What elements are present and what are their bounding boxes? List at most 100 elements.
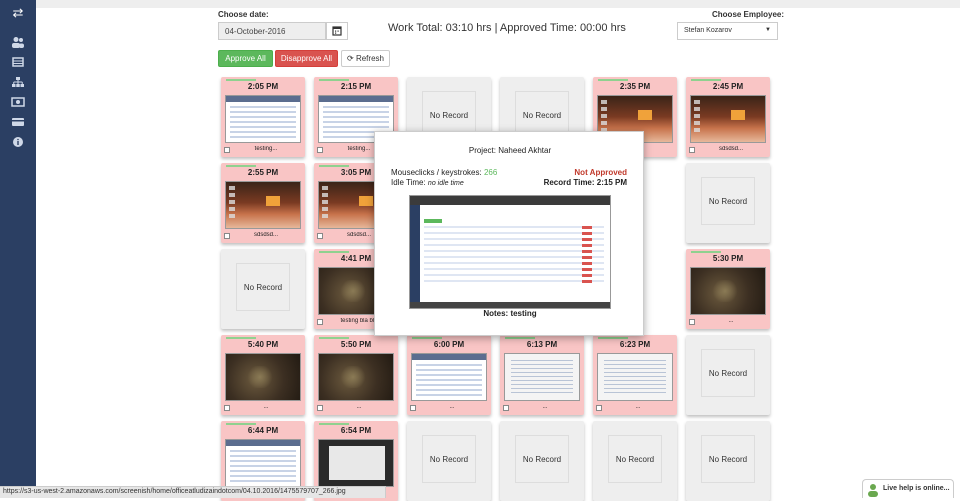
- activity-bar: [319, 251, 349, 253]
- popup-idle-label: Idle Time:: [391, 178, 426, 187]
- screenshot-thumbnail[interactable]: [690, 267, 766, 315]
- refresh-button[interactable]: ⟳ Refresh: [341, 50, 390, 67]
- sidebar: ⇄: [0, 0, 36, 498]
- activity-bar: [412, 337, 442, 339]
- approve-all-button[interactable]: Approve All: [218, 50, 273, 67]
- no-record-card[interactable]: No Record: [686, 421, 770, 501]
- card-note: ...: [635, 404, 641, 410]
- approve-checkbox[interactable]: [317, 233, 323, 239]
- screenshot-card[interactable]: 2:05 PM testing...: [221, 77, 305, 157]
- approve-checkbox[interactable]: [503, 405, 509, 411]
- activity-bar: [226, 337, 256, 339]
- screenshot-thumbnail[interactable]: [690, 95, 766, 143]
- no-record-card[interactable]: No Record: [221, 249, 305, 329]
- popup-idle-value: no idle time: [427, 180, 464, 187]
- activity-bar: [505, 337, 535, 339]
- approve-checkbox[interactable]: [224, 405, 230, 411]
- card-time: 5:40 PM: [247, 340, 279, 349]
- screenshot-card[interactable]: 2:55 PM sdsdsd...: [221, 163, 305, 243]
- no-record-label: No Record: [429, 111, 469, 120]
- activity-bar: [319, 423, 349, 425]
- card-time: 6:13 PM: [526, 340, 558, 349]
- work-total-summary: Work Total: 03:10 hrs | Approved Time: 0…: [388, 22, 626, 34]
- card-time: 6:54 PM: [340, 426, 372, 435]
- calendar-icon: [332, 26, 342, 36]
- screenshot-thumbnail[interactable]: [225, 439, 301, 487]
- disapprove-all-button[interactable]: Disapprove All: [275, 50, 338, 67]
- employee-select-value: Stefan Kozarov: [684, 27, 732, 34]
- employee-select[interactable]: Stefan Kozarov ▼: [677, 22, 778, 40]
- card-note: testing...: [254, 146, 278, 152]
- card-time: 2:35 PM: [619, 82, 651, 91]
- screenshot-thumbnail[interactable]: [318, 353, 394, 401]
- list-icon[interactable]: [11, 56, 25, 68]
- credit-card-icon[interactable]: [11, 116, 25, 128]
- approve-checkbox[interactable]: [689, 319, 695, 325]
- approve-checkbox[interactable]: [596, 405, 602, 411]
- popup-idle: Idle Time: no idle time: [391, 178, 464, 187]
- screenshot-card[interactable]: 6:23 PM...: [593, 335, 677, 415]
- employee-label: Choose Employee:: [712, 10, 785, 19]
- popup-screenshot-image: [409, 195, 611, 309]
- screenshot-card[interactable]: 2:45 PM sdsdsd...: [686, 77, 770, 157]
- info-icon[interactable]: [11, 136, 25, 148]
- card-time: 2:55 PM: [247, 168, 279, 177]
- caret-down-icon: ▼: [765, 27, 771, 33]
- screenshot-card[interactable]: 5:30 PM...: [686, 249, 770, 329]
- top-bar: [36, 0, 960, 8]
- screenshot-thumbnail[interactable]: [597, 353, 673, 401]
- no-record-label: No Record: [522, 455, 562, 464]
- approve-checkbox[interactable]: [317, 405, 323, 411]
- screenshot-thumbnail[interactable]: [504, 353, 580, 401]
- approve-checkbox[interactable]: [317, 319, 323, 325]
- popup-project: Project: Naheed Akhtar: [468, 146, 552, 155]
- no-record-card[interactable]: No Record: [407, 421, 491, 501]
- approve-checkbox[interactable]: [224, 147, 230, 153]
- screenshot-popup: Project: Naheed Akhtar Mouseclicks / key…: [374, 131, 644, 336]
- calendar-button[interactable]: [326, 22, 348, 40]
- card-time: 2:05 PM: [247, 82, 279, 91]
- refresh-icon: ⟳: [347, 54, 354, 63]
- screenshot-thumbnail[interactable]: [318, 439, 394, 487]
- screenshot-thumbnail[interactable]: [225, 353, 301, 401]
- card-note: ...: [728, 318, 734, 324]
- card-time: 2:15 PM: [340, 82, 372, 91]
- arrows-exchange-icon[interactable]: ⇄: [9, 5, 27, 21]
- live-help-label: Live help is online...: [883, 485, 950, 492]
- screenshot-card[interactable]: 5:40 PM...: [221, 335, 305, 415]
- approve-checkbox[interactable]: [224, 233, 230, 239]
- status-bar-url: https://s3-us-west-2.amazonaws.com/scree…: [0, 486, 386, 498]
- sitemap-icon[interactable]: [11, 76, 25, 88]
- no-record-card[interactable]: No Record: [500, 421, 584, 501]
- screenshot-card[interactable]: 5:50 PM...: [314, 335, 398, 415]
- card-time: 6:23 PM: [619, 340, 651, 349]
- no-record-card[interactable]: No Record: [686, 335, 770, 415]
- popup-record-time: Record Time: 2:15 PM: [543, 178, 627, 187]
- card-note: ...: [449, 404, 455, 410]
- activity-bar: [691, 251, 721, 253]
- screenshot-card[interactable]: 6:00 PM...: [407, 335, 491, 415]
- screenshot-thumbnail[interactable]: [225, 95, 301, 143]
- card-note: sdsdsd...: [253, 232, 278, 238]
- popup-notes: Notes: testing: [483, 309, 537, 318]
- screenshot-thumbnail[interactable]: [225, 181, 301, 229]
- screenshot-thumbnail[interactable]: [411, 353, 487, 401]
- screenshot-card[interactable]: 6:13 PM...: [500, 335, 584, 415]
- popup-activity-value: 266: [483, 168, 498, 177]
- activity-bar: [691, 79, 721, 81]
- approve-checkbox[interactable]: [410, 405, 416, 411]
- card-note: ...: [263, 404, 269, 410]
- approve-checkbox[interactable]: [317, 147, 323, 153]
- money-icon[interactable]: [11, 96, 25, 108]
- users-icon[interactable]: [11, 36, 25, 48]
- card-time: 6:44 PM: [247, 426, 279, 435]
- live-help-widget[interactable]: Live help is online...: [862, 479, 954, 498]
- date-input[interactable]: 04-October-2016: [218, 22, 326, 40]
- no-record-card[interactable]: No Record: [593, 421, 677, 501]
- card-time: 2:45 PM: [712, 82, 744, 91]
- approve-checkbox[interactable]: [689, 147, 695, 153]
- activity-bar: [319, 165, 349, 167]
- activity-bar: [598, 79, 628, 81]
- no-record-label: No Record: [429, 455, 469, 464]
- no-record-card[interactable]: No Record: [686, 163, 770, 243]
